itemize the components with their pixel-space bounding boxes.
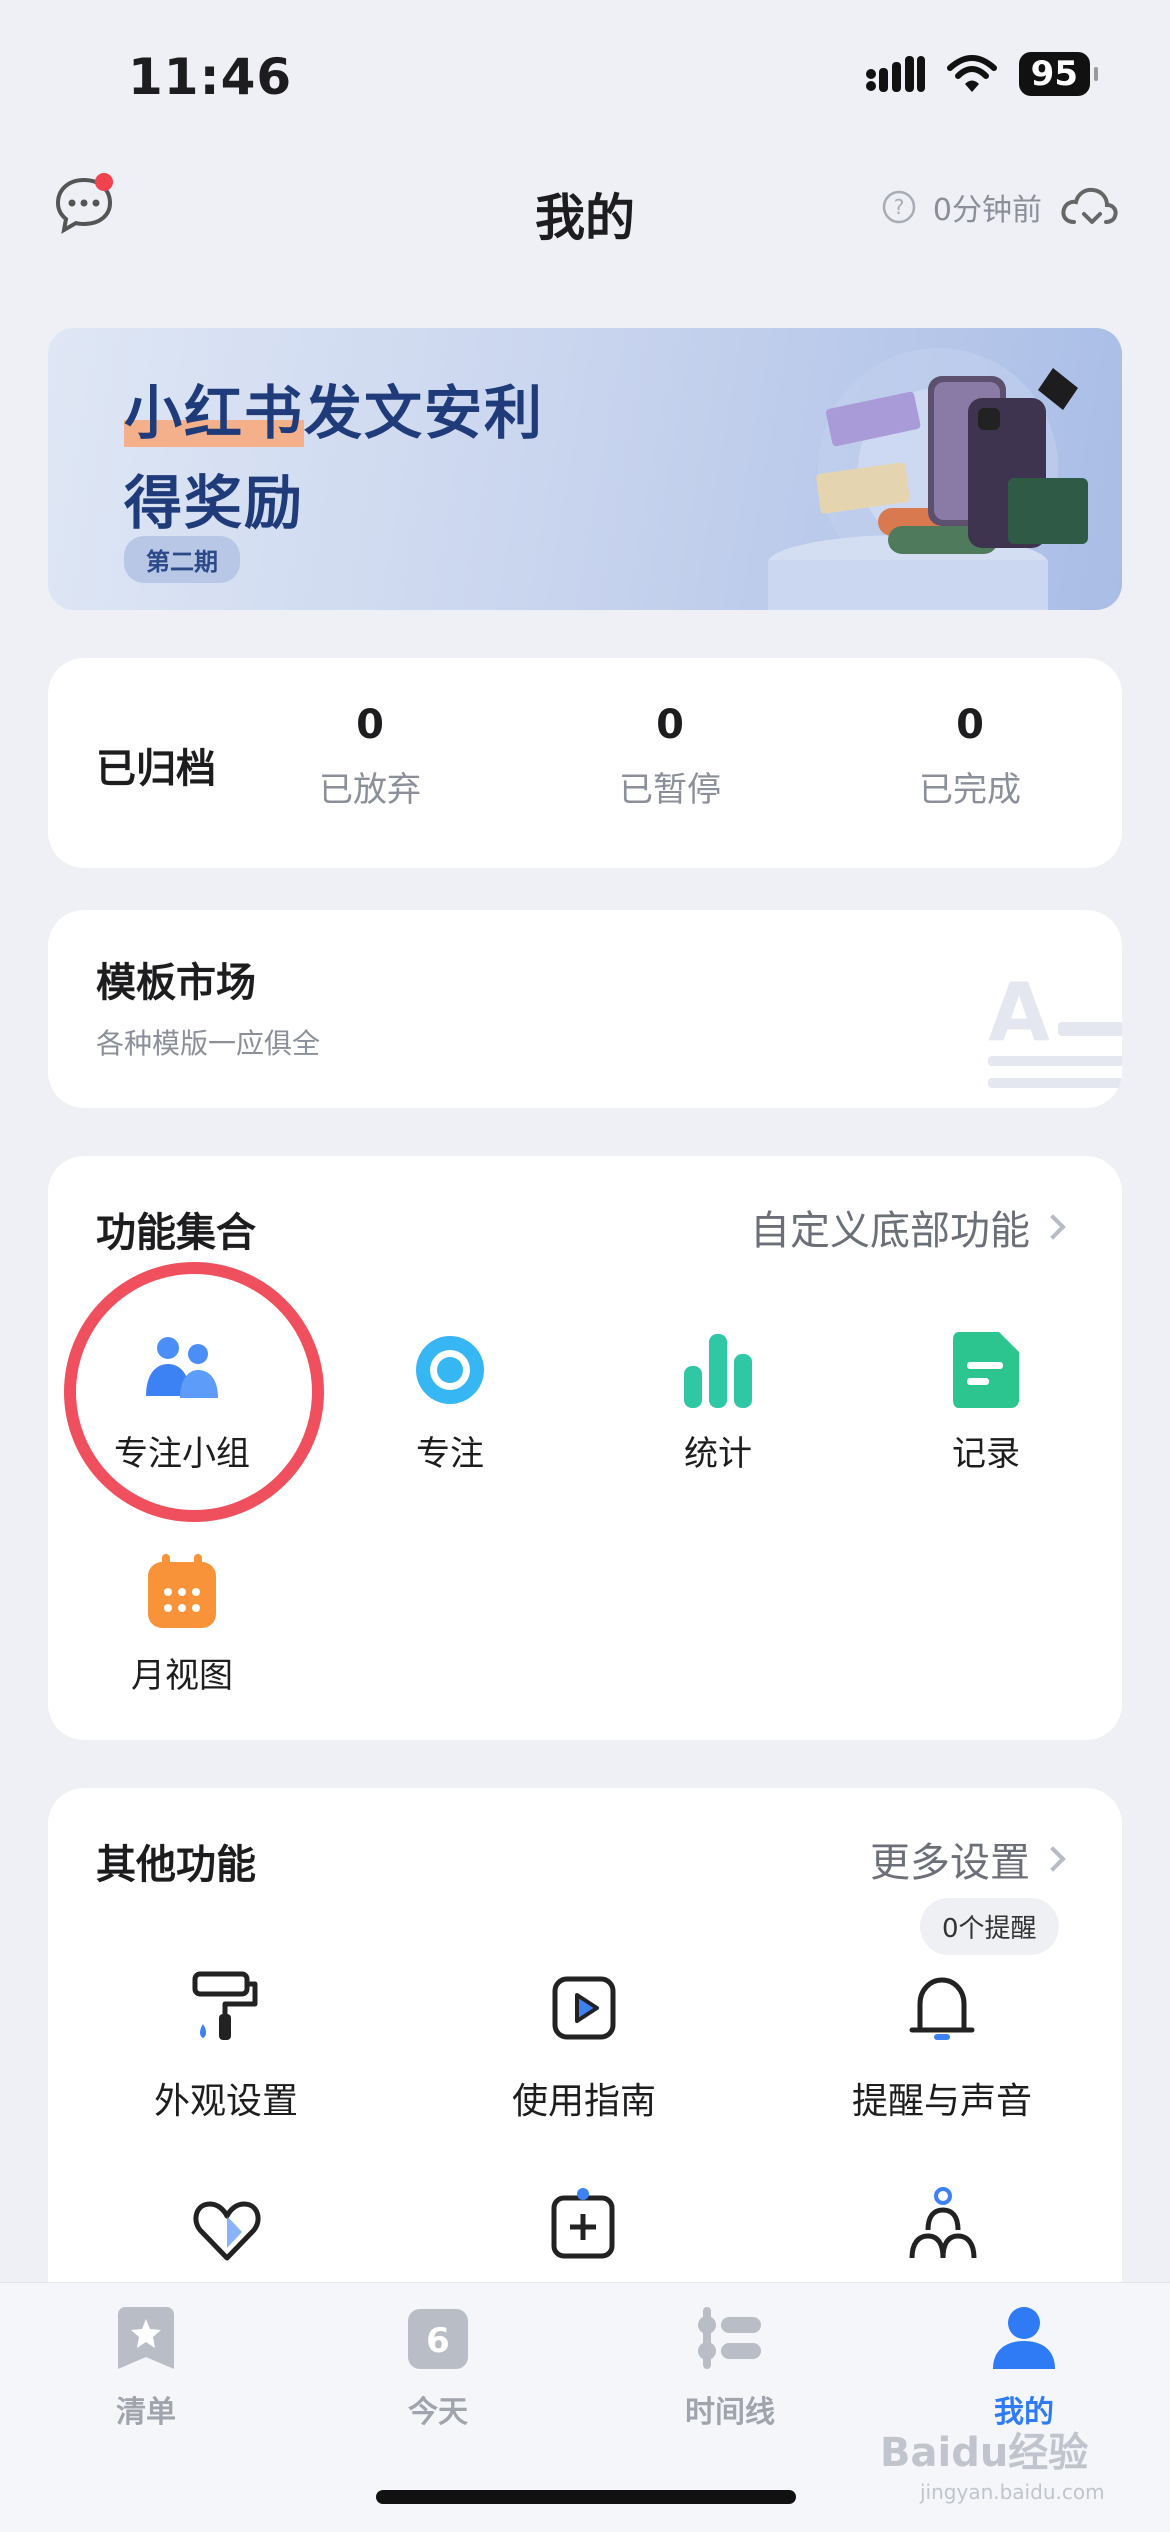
stat-label: 已放弃 <box>319 770 421 810</box>
wifi-icon <box>946 55 997 92</box>
sync-time-label: 0分钟前 <box>932 193 1042 228</box>
battery-indicator: 95 <box>1018 52 1099 96</box>
item-label: 使用指南 <box>511 2081 656 2122</box>
usage-guide[interactable]: 使用指南 <box>434 1966 734 2124</box>
archive-card[interactable]: 已归档 0 已放弃 0 已暂停 0 已完成 <box>48 658 1122 868</box>
func-label: 记录 <box>952 1434 1020 1474</box>
cellular-signal-icon <box>865 56 925 92</box>
stat-value: 0 <box>956 702 984 748</box>
status-time: 11:46 <box>128 48 293 106</box>
chevron-right-icon <box>1040 1846 1066 1872</box>
stats-icon <box>676 1328 760 1412</box>
today-icon: 6 <box>408 2309 468 2369</box>
tab-label: 清单 <box>116 2395 176 2430</box>
banner-badge: 第二期 <box>124 536 240 583</box>
status-icons: 95 <box>865 52 1099 96</box>
stat-paused[interactable]: 0 已暂停 <box>570 702 770 811</box>
stat-completed[interactable]: 0 已完成 <box>870 702 1070 811</box>
person-icon <box>993 2307 1055 2369</box>
sync-status[interactable]: ? 0分钟前 <box>881 184 1120 230</box>
more-settings-link[interactable]: 更多设置 <box>870 1830 1066 1888</box>
functions-title: 功能集合 <box>96 1210 256 1256</box>
promo-banner[interactable]: 小红书发文安利 得奖励 第二期 <box>48 328 1122 610</box>
heart-shield-icon[interactable] <box>192 2198 262 2266</box>
func-label: 月视图 <box>131 1656 233 1696</box>
community-icon[interactable] <box>908 2186 978 2266</box>
more-settings-label: 更多设置 <box>870 1840 1030 1886</box>
stat-value: 0 <box>356 702 384 748</box>
reminders-sounds[interactable]: 提醒与声音 <box>792 1966 1092 2124</box>
func-label: 专注 <box>416 1434 484 1474</box>
stat-value: 0 <box>656 702 684 748</box>
template-decor-icon: A <box>988 970 1122 1088</box>
record-icon <box>944 1328 1028 1412</box>
tab-list[interactable]: 清单 <box>66 2305 226 2431</box>
banner-headline: 小红书发文安利 <box>124 379 545 447</box>
func-label: 统计 <box>684 1434 752 1474</box>
svg-text:?: ? <box>894 195 905 219</box>
func-stats[interactable]: 统计 <box>608 1328 828 1475</box>
archive-label: 已归档 <box>96 746 216 792</box>
template-market-subtitle: 各种模版一应俱全 <box>96 1027 321 1060</box>
calendar-icon <box>140 1550 224 1634</box>
focus-icon <box>408 1328 492 1412</box>
template-market-title: 模板市场 <box>96 960 256 1006</box>
chevron-right-icon <box>1040 1214 1066 1240</box>
func-month-view[interactable]: 月视图 <box>72 1550 292 1697</box>
watermark-url: jingyan.baidu.com <box>920 2480 1105 2504</box>
customize-bottom-link[interactable]: 自定义底部功能 <box>750 1198 1066 1256</box>
func-focus[interactable]: 专注 <box>340 1328 560 1475</box>
home-indicator[interactable] <box>376 2490 796 2504</box>
svg-text:A: A <box>988 970 1050 1059</box>
bell-icon <box>900 1966 984 2050</box>
tab-today[interactable]: 6 今天 <box>358 2305 518 2431</box>
cloud-sync-icon[interactable] <box>1058 184 1120 230</box>
customize-bottom-label: 自定义底部功能 <box>750 1208 1030 1254</box>
tab-label: 时间线 <box>685 2395 775 2430</box>
tab-mine[interactable]: 我的 <box>944 2305 1104 2431</box>
today-date: 6 <box>426 2321 450 2361</box>
timeline-icon <box>698 2307 761 2369</box>
play-guide-icon <box>542 1966 626 2050</box>
reminder-count-badge: 0个提醒 <box>920 1898 1059 1955</box>
item-label: 外观设置 <box>153 2081 298 2122</box>
template-market-card[interactable]: 模板市场 各种模版一应俱全 A <box>48 910 1122 1108</box>
banner-illustration <box>768 348 1088 610</box>
tab-timeline[interactable]: 时间线 <box>650 2305 810 2431</box>
banner-subheadline: 得奖励 <box>124 469 305 537</box>
watermark: Baidu经验 <box>880 2430 1089 2476</box>
tab-label: 今天 <box>408 2395 468 2430</box>
stat-label: 已完成 <box>919 770 1021 810</box>
other-functions-title: 其他功能 <box>96 1842 256 1888</box>
stat-abandoned[interactable]: 0 已放弃 <box>270 702 470 811</box>
stat-label: 已暂停 <box>619 770 721 810</box>
help-circle-icon[interactable]: ? <box>881 189 917 225</box>
func-record[interactable]: 记录 <box>876 1328 1096 1475</box>
appearance-settings[interactable]: 外观设置 <box>76 1966 376 2124</box>
highlight-circle-annotation <box>64 1262 324 1522</box>
star-list-icon <box>118 2307 174 2369</box>
paint-roller-icon <box>184 1966 268 2050</box>
item-label: 提醒与声音 <box>851 2081 1032 2122</box>
add-widget-icon[interactable] <box>550 2186 616 2266</box>
